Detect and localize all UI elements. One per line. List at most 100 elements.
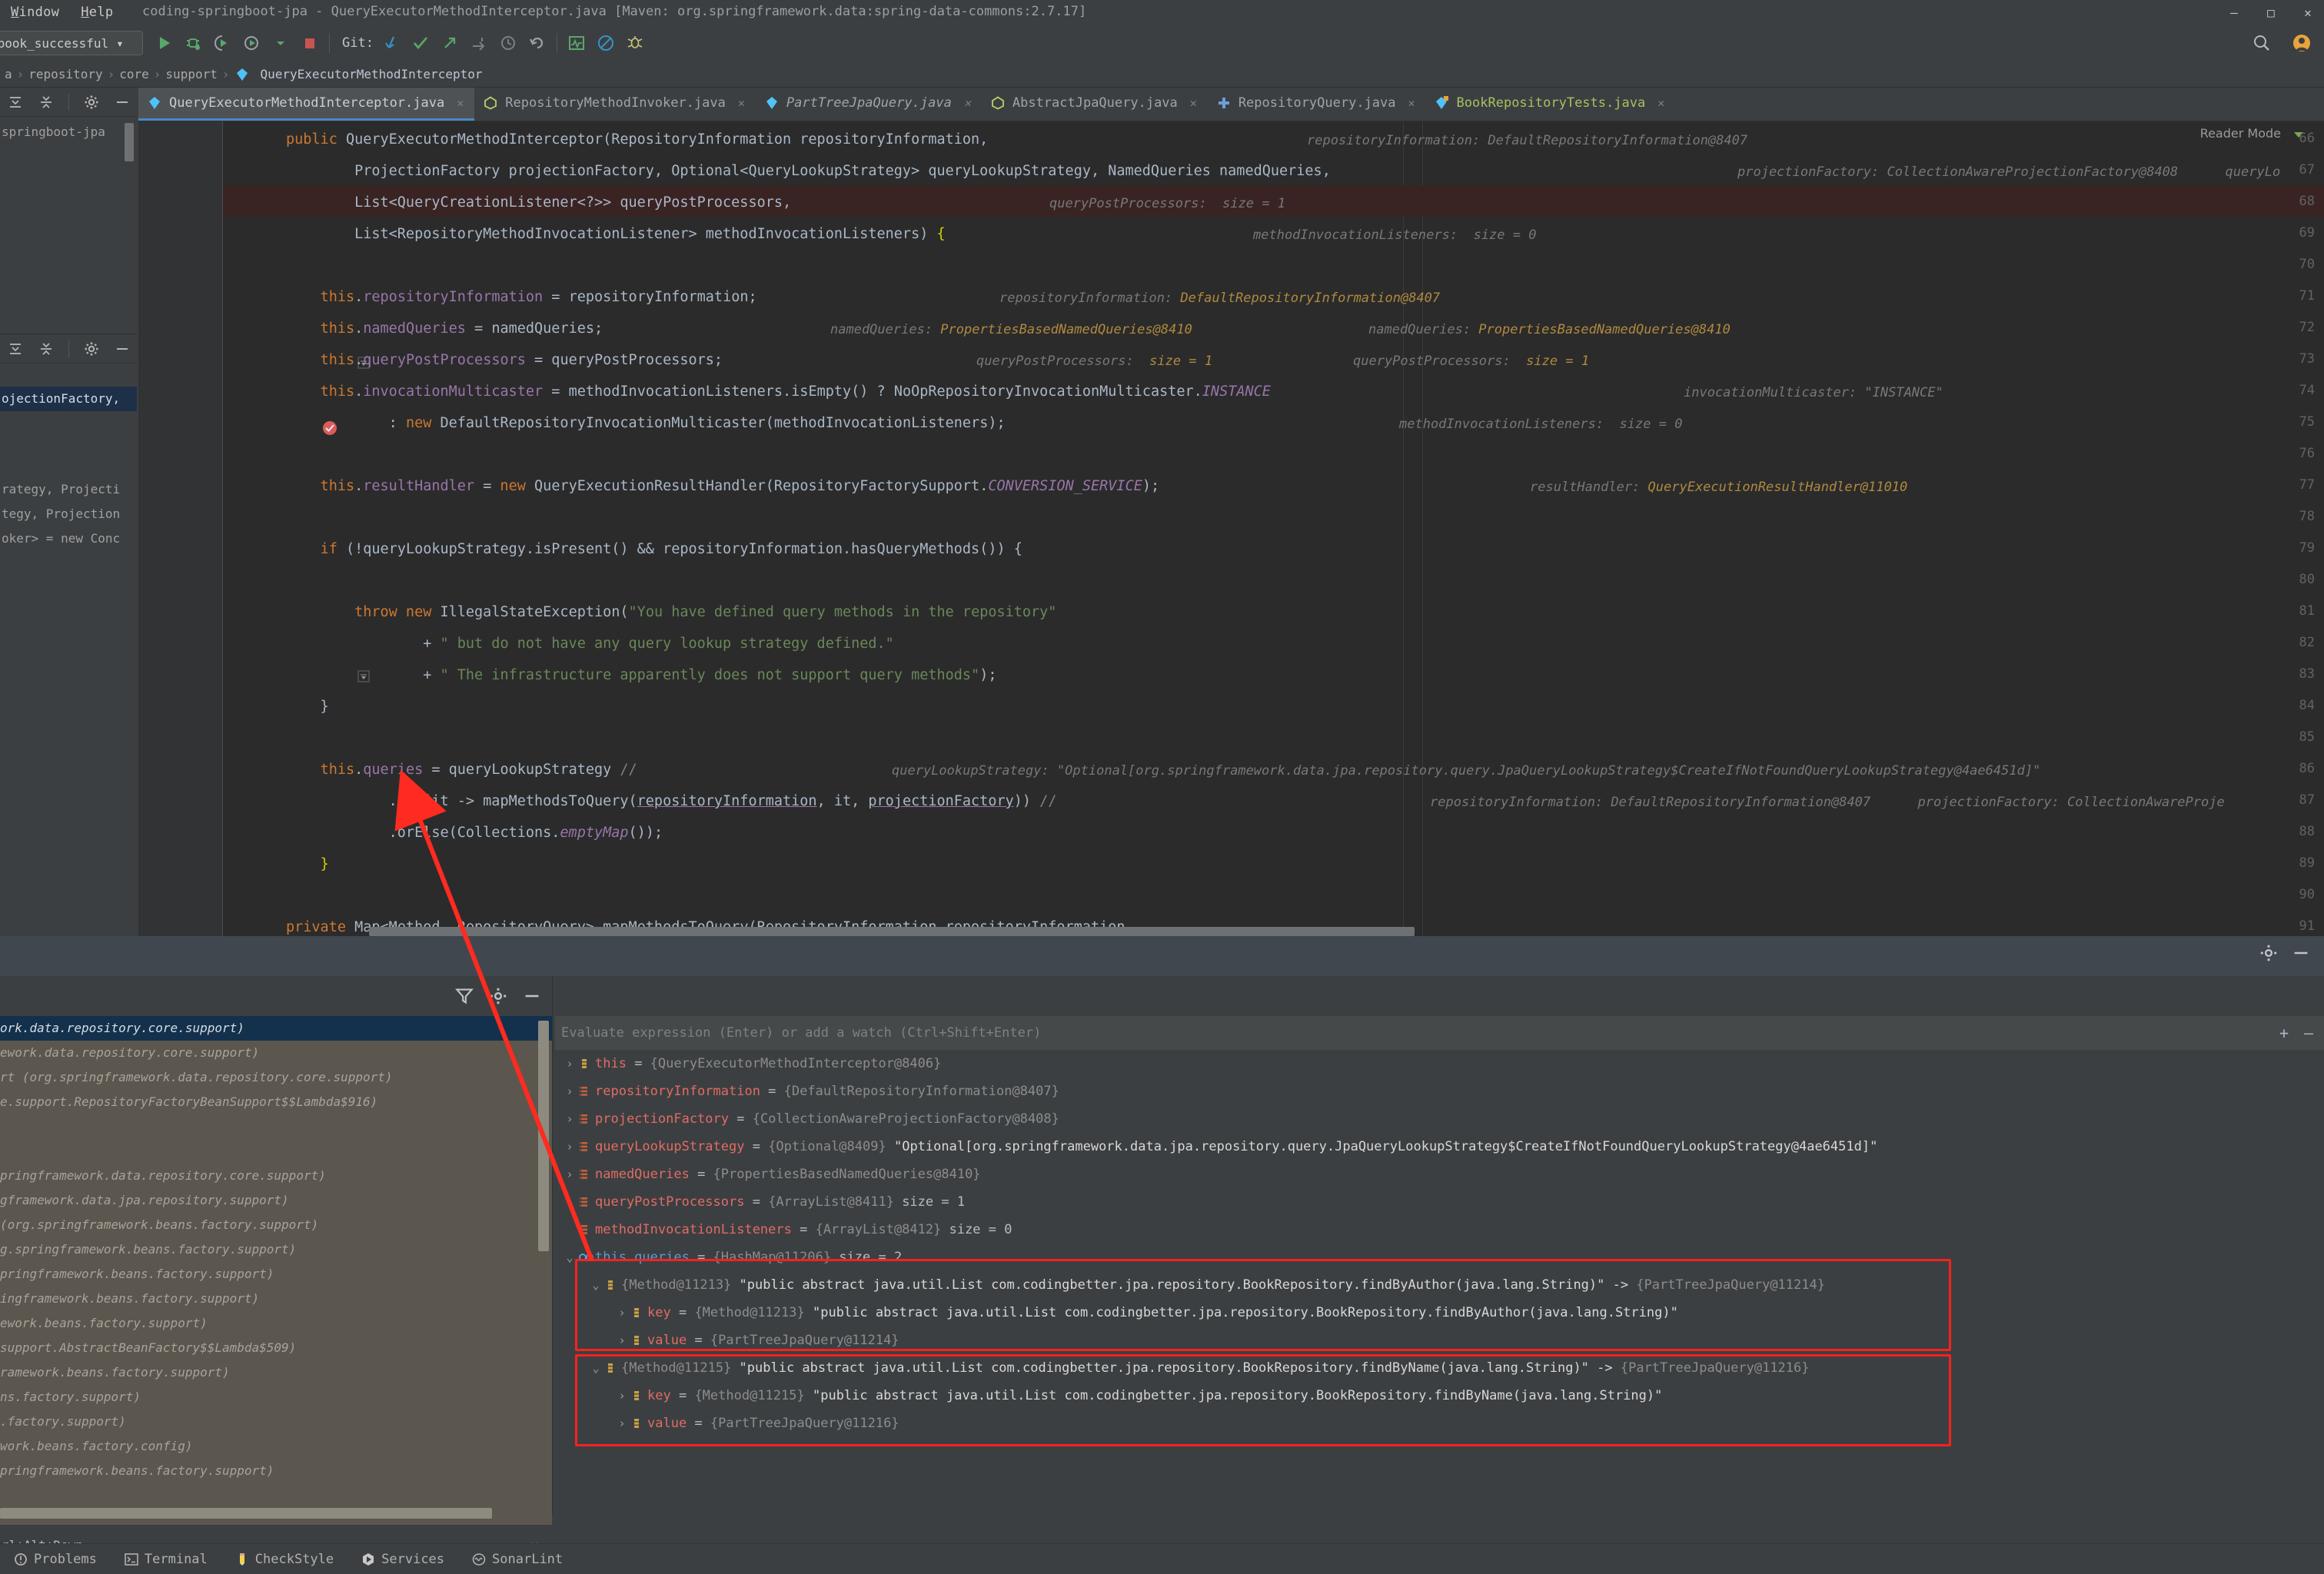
frame-row[interactable]: .factory.support) [0, 1410, 552, 1434]
list-item[interactable]: springboot-jpa [0, 120, 137, 144]
code-line[interactable]: this.invocationMulticaster = methodInvoc… [286, 383, 1271, 401]
code-line[interactable]: this.queryPostProcessors = queryPostProc… [286, 351, 723, 370]
account-icon[interactable] [2290, 32, 2313, 55]
code-line[interactable]: this.namedQueries = namedQueries; [286, 320, 603, 338]
tab-PartTreeJpaQuery[interactable]: PartTreeJpaQuery.java ✕ [756, 88, 982, 121]
collapse-all-icon[interactable] [38, 94, 55, 111]
close-icon[interactable]: ✕ [457, 96, 464, 110]
run-icon[interactable] [152, 32, 175, 55]
search-icon[interactable] [2250, 32, 2273, 55]
tab-BookRepositoryTests[interactable]: BookRepositoryTests.java ✕ [1426, 88, 1676, 121]
frame-row[interactable]: rt (org.springframework.data.repository.… [0, 1065, 552, 1090]
variable-row[interactable]: ›this = {QueryExecutorMethodInterceptor@… [555, 1050, 2324, 1078]
settings-icon[interactable] [83, 94, 100, 111]
git-commit-icon[interactable] [409, 32, 432, 55]
filter-icon[interactable] [455, 987, 474, 1005]
settings-icon[interactable] [2259, 944, 2278, 962]
close-icon[interactable]: ✕ [1657, 96, 1664, 110]
expand-chevron-icon[interactable]: ⌄ [561, 1244, 578, 1271]
frames-horizontal-scrollbar[interactable] [0, 1508, 492, 1519]
list-item[interactable] [0, 411, 137, 436]
status-tab-problems[interactable]: Problems [0, 1552, 111, 1567]
breadcrumb-current[interactable]: QueryExecutorMethodInterceptor [256, 67, 487, 81]
scrollbar-thumb[interactable] [125, 123, 134, 161]
breadcrumb-item-1[interactable]: repository [24, 67, 107, 81]
collapse-all-icon[interactable] [38, 340, 55, 357]
git-revert-icon[interactable] [526, 32, 549, 55]
tab-RepositoryQuery[interactable]: RepositoryQuery.java ✕ [1208, 88, 1426, 121]
expand-chevron-icon[interactable]: › [561, 1050, 578, 1078]
breadcrumb-item-3[interactable]: support [161, 67, 221, 81]
frame-row[interactable]: (org.springframework.beans.factory.suppo… [0, 1213, 552, 1237]
variable-row[interactable]: ›key = {Method@11213} "public abstract j… [555, 1299, 2324, 1327]
variable-row[interactable]: ›projectionFactory = {CollectionAwarePro… [555, 1105, 2324, 1133]
tab-RepositoryMethodInvoker[interactable]: RepositoryMethodInvoker.java ✕ [474, 88, 756, 121]
inspect-icon[interactable] [565, 32, 588, 55]
status-tab-sonarlint[interactable]: SonarLint [458, 1552, 577, 1567]
frame-row[interactable]: ework.beans.factory.support) [0, 1311, 552, 1336]
close-icon[interactable]: ✕ [738, 96, 745, 110]
variable-row[interactable]: ›queryPostProcessors = {ArrayList@8411} … [555, 1188, 2324, 1216]
frame-row[interactable]: support.AbstractBeanFactory$$Lambda$509) [0, 1336, 552, 1360]
frame-row[interactable]: pringframework.data.repository.core.supp… [0, 1164, 552, 1188]
status-tab-services[interactable]: Services [347, 1552, 458, 1567]
frame-row[interactable]: pringframework.beans.factory.support) [0, 1262, 552, 1287]
frame-row[interactable]: ework.data.repository.core.support) [0, 1041, 552, 1065]
frames-scrollbar-thumb[interactable] [538, 1021, 549, 1251]
expand-chevron-icon[interactable]: › [613, 1382, 630, 1410]
variable-row[interactable]: methodInvocationListeners = {ArrayList@8… [555, 1216, 2324, 1244]
code-line[interactable]: .map(it -> mapMethodsToQuery(repositoryI… [286, 792, 1056, 811]
expand-chevron-icon[interactable]: ⌄ [587, 1271, 604, 1299]
add-watch-icon[interactable]: + [2279, 1024, 2289, 1042]
code-line[interactable]: } [286, 855, 329, 874]
expand-chevron-icon[interactable]: › [561, 1161, 578, 1188]
settings-icon[interactable] [83, 340, 100, 357]
editor-horizontal-scrollbar[interactable] [369, 927, 1415, 936]
variable-row[interactable]: ›namedQueries = {PropertiesBasedNamedQue… [555, 1161, 2324, 1188]
variable-row[interactable]: ⌄this.queries = {HashMap@11206} size = 2 [555, 1244, 2324, 1271]
close-icon[interactable]: ✕ [1190, 96, 1197, 110]
expand-chevron-icon[interactable]: › [561, 1188, 578, 1216]
tab-QueryExecutorMethodInterceptor[interactable]: QueryExecutorMethodInterceptor.java ✕ [138, 88, 474, 121]
variable-row[interactable]: ⌄{Method@11215} "public abstract java.ut… [555, 1354, 2324, 1382]
code-line[interactable]: .orElse(Collections.emptyMap()); [286, 824, 663, 842]
frame-row[interactable] [0, 1139, 552, 1164]
frame-row[interactable]: ingframework.beans.factory.support) [0, 1287, 552, 1311]
status-tab-terminal[interactable]: Terminal [111, 1552, 221, 1567]
code-line[interactable]: } [286, 698, 329, 716]
variable-row[interactable]: ›value = {PartTreeJpaQuery@11216} [555, 1410, 2324, 1437]
frame-row[interactable]: gframework.data.jpa.repository.support) [0, 1188, 552, 1213]
frames-list[interactable]: ork.data.repository.core.support)ework.d… [0, 1016, 552, 1525]
stop-icon[interactable] [298, 32, 321, 55]
frame-row[interactable]: e.support.RepositoryFactoryBeanSupport$$… [0, 1090, 552, 1114]
run-with-coverage-icon[interactable] [211, 32, 234, 55]
expand-chevron-icon[interactable]: › [561, 1105, 578, 1133]
hide-icon[interactable] [2292, 944, 2310, 962]
expand-chevron-icon[interactable]: › [613, 1327, 630, 1354]
variable-row[interactable]: ›repositoryInformation = {DefaultReposit… [555, 1078, 2324, 1105]
profile-icon[interactable] [240, 32, 263, 55]
expand-chevron-icon[interactable]: ⌄ [587, 1354, 604, 1382]
run-configuration-selector[interactable]: _book_successful ▾ [0, 31, 143, 55]
menu-help[interactable]: Help [70, 5, 124, 20]
frame-row[interactable]: pringframework.beans.factory.support) [0, 1459, 552, 1483]
git-rollback-icon[interactable] [467, 32, 490, 55]
debug-icon[interactable] [181, 32, 204, 55]
bug-hint-icon[interactable] [623, 32, 647, 55]
close-icon[interactable]: ✕ [964, 96, 971, 110]
code-editor[interactable]: Reader Mode 66public QueryExecutorMethod… [138, 121, 2324, 936]
hide-icon[interactable] [523, 987, 541, 1005]
variable-row[interactable]: ›value = {PartTreeJpaQuery@11214} [555, 1327, 2324, 1354]
expand-all-icon[interactable] [7, 94, 24, 111]
hide-icon[interactable]: — [2304, 1024, 2313, 1042]
code-line[interactable]: List<RepositoryMethodInvocationListener>… [286, 225, 946, 244]
minimize-icon[interactable]: — [2226, 5, 2243, 20]
hide-icon[interactable] [114, 94, 131, 111]
code-line[interactable]: ProjectionFactory projectionFactory, Opt… [286, 162, 1331, 181]
settings-icon[interactable] [489, 987, 507, 1005]
expand-all-icon[interactable] [7, 340, 24, 357]
git-history-icon[interactable] [497, 32, 520, 55]
code-line[interactable]: this.repositoryInformation = repositoryI… [286, 288, 757, 307]
menu-window[interactable]: Window [0, 5, 70, 20]
frame-row[interactable]: work.beans.factory.config) [0, 1434, 552, 1459]
